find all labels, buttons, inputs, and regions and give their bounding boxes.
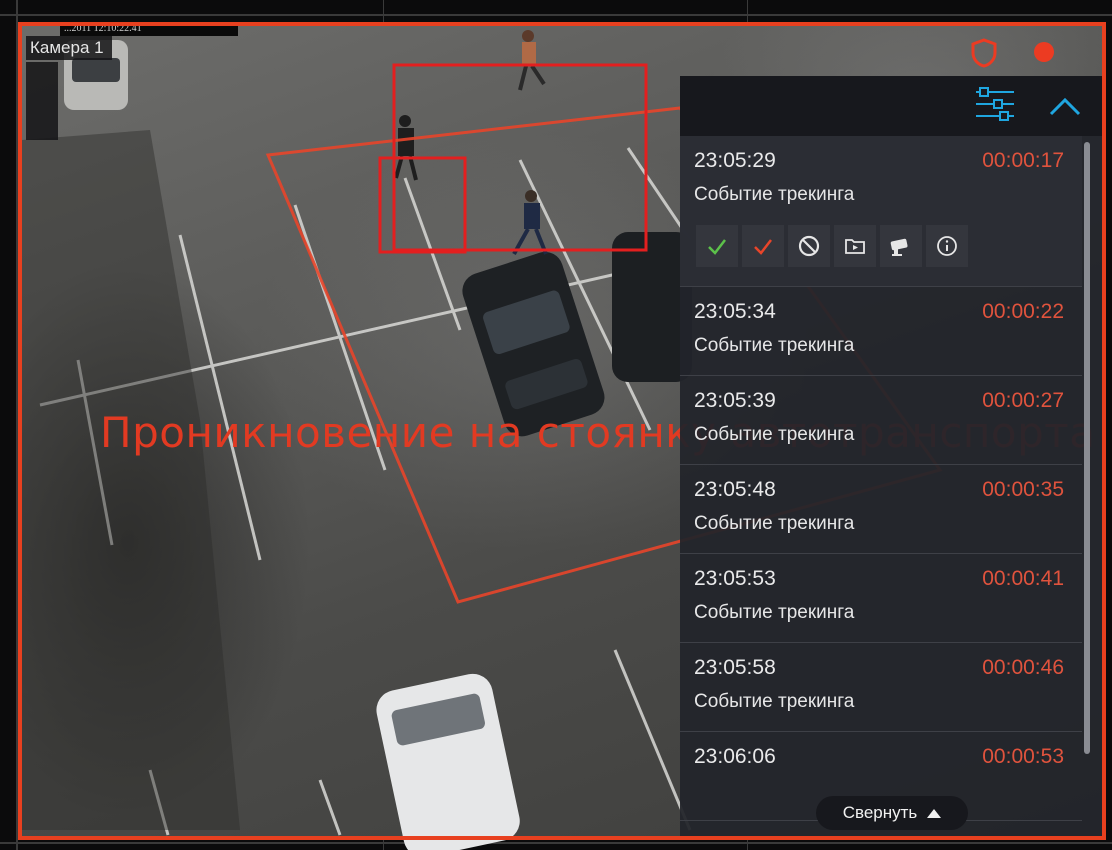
collapse-panel-button[interactable] bbox=[1042, 84, 1088, 128]
archive-icon bbox=[845, 239, 865, 254]
event-actions bbox=[696, 225, 968, 267]
events-panel: 23:05:29 00:00:17 Событие трекинга 23:05… bbox=[680, 76, 1102, 840]
events-panel-header bbox=[680, 76, 1102, 136]
white-car bbox=[376, 673, 520, 850]
collapse-events-button[interactable]: Свернуть bbox=[816, 796, 968, 830]
event-item[interactable]: 23:05:53 00:00:41 Событие трекинга bbox=[680, 554, 1082, 643]
event-time: 23:05:58 bbox=[694, 656, 776, 679]
event-type: Событие трекинга bbox=[694, 424, 855, 445]
event-item[interactable]: 23:05:34 00:00:22 Событие трекинга bbox=[680, 287, 1082, 376]
event-offset: 00:00:27 bbox=[982, 389, 1064, 412]
event-offset: 00:00:46 bbox=[982, 656, 1064, 679]
event-time: 23:05:39 bbox=[694, 389, 776, 412]
event-type: Событие трекинга bbox=[694, 691, 855, 712]
alarm-recording-indicator-icon bbox=[1034, 42, 1054, 62]
event-item[interactable]: 23:05:48 00:00:35 Событие трекинга bbox=[680, 465, 1082, 554]
event-type: Событие трекинга bbox=[694, 513, 855, 534]
confirm-red-icon bbox=[754, 239, 772, 255]
event-list-scrollbar-thumb[interactable] bbox=[1084, 142, 1090, 754]
event-offset: 00:00:53 bbox=[982, 745, 1064, 768]
ignore-alarm-button[interactable] bbox=[788, 225, 830, 267]
person-top bbox=[518, 30, 546, 91]
triangle-up-icon bbox=[927, 808, 942, 818]
event-time: 23:05:34 bbox=[694, 300, 776, 323]
camera-button[interactable] bbox=[880, 225, 922, 267]
event-item[interactable]: 23:05:39 00:00:27 Событие трекинга bbox=[680, 376, 1082, 465]
event-time: 23:06:06 bbox=[694, 745, 776, 768]
event-time: 23:05:53 bbox=[694, 567, 776, 590]
event-offset: 00:00:22 bbox=[982, 300, 1064, 323]
event-list: 23:05:29 00:00:17 Событие трекинга 23:05… bbox=[680, 136, 1082, 821]
info-button[interactable] bbox=[926, 225, 968, 267]
event-time: 23:05:29 bbox=[694, 149, 776, 172]
event-offset: 00:00:17 bbox=[982, 149, 1064, 172]
osd-timestamp: ...2011 12:10:22.41 bbox=[60, 22, 238, 36]
event-type: Событие трекинга bbox=[694, 335, 855, 356]
alarm-shield-icon[interactable] bbox=[970, 38, 998, 68]
event-item[interactable]: 23:05:29 00:00:17 Событие трекинга bbox=[680, 136, 1082, 287]
chevron-up-icon bbox=[1049, 97, 1081, 116]
sliders-icon bbox=[976, 87, 1014, 121]
person-left bbox=[394, 115, 418, 181]
confirm-alarm-red-button[interactable] bbox=[742, 225, 784, 267]
event-type: Событие трекинга bbox=[694, 602, 855, 623]
collapse-events-label: Свернуть bbox=[842, 803, 918, 822]
camera-name-label: Камера 1 bbox=[26, 36, 112, 60]
event-type: Событие трекинга bbox=[694, 184, 855, 205]
archive-button[interactable] bbox=[834, 225, 876, 267]
event-offset: 00:00:35 bbox=[982, 478, 1064, 501]
confirm-green-icon bbox=[708, 239, 726, 255]
person-middle bbox=[512, 190, 548, 255]
ignore-icon bbox=[798, 235, 820, 257]
filter-button[interactable] bbox=[972, 84, 1018, 128]
info-icon bbox=[937, 236, 957, 256]
camera-label-strip bbox=[26, 62, 58, 140]
camera-icon bbox=[890, 238, 908, 256]
event-item[interactable]: 23:05:58 00:00:46 Событие трекинга bbox=[680, 643, 1082, 732]
event-offset: 00:00:41 bbox=[982, 567, 1064, 590]
confirm-alarm-button[interactable] bbox=[696, 225, 738, 267]
event-time: 23:05:48 bbox=[694, 478, 776, 501]
